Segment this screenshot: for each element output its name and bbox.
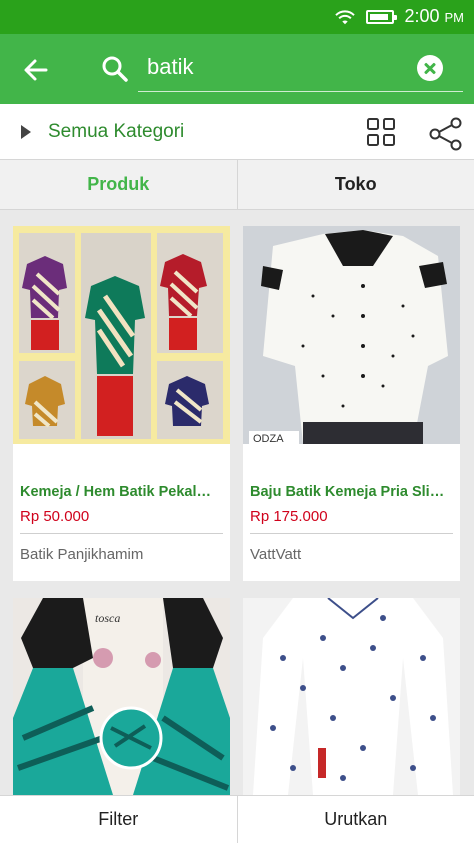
wifi-icon bbox=[335, 10, 356, 24]
product-image[interactable] bbox=[13, 226, 230, 444]
product-price: Rp 50.000 bbox=[20, 508, 90, 525]
tab-bar: Produk Toko bbox=[0, 159, 474, 210]
bottom-action-bar: Filter Urutkan bbox=[0, 795, 474, 843]
divider bbox=[250, 533, 453, 534]
shop-name[interactable]: Batik Panjikhamim bbox=[20, 546, 143, 563]
product-image[interactable]: ODZA bbox=[243, 226, 460, 444]
image-brand-text: ODZA bbox=[253, 433, 284, 444]
status-time: 2:00 PM bbox=[404, 6, 464, 26]
back-arrow-icon[interactable] bbox=[20, 54, 52, 86]
search-icon bbox=[102, 56, 128, 82]
battery-icon bbox=[366, 9, 398, 24]
product-image[interactable] bbox=[243, 598, 460, 795]
sort-button[interactable]: Urutkan bbox=[236, 796, 474, 843]
play-triangle-icon[interactable] bbox=[21, 125, 31, 139]
product-image[interactable]: tosca bbox=[13, 598, 230, 795]
product-price: Rp 175.000 bbox=[250, 508, 328, 525]
product-card[interactable]: Kemeja / Hem Batik Pekal… Rp 50.000 Bati… bbox=[13, 226, 230, 581]
search-input[interactable] bbox=[147, 50, 402, 84]
status-bar: 2:00 PM bbox=[0, 0, 474, 34]
product-name[interactable]: Baju Batik Kemeja Pria Sli… bbox=[250, 484, 455, 500]
filter-button[interactable]: Filter bbox=[0, 796, 237, 843]
status-icons: 2:00 PM bbox=[334, 6, 464, 27]
product-card[interactable]: ODZA Baju Batik Kemeja Pria Sli… Rp 175.… bbox=[243, 226, 460, 581]
shop-name[interactable]: VattVatt bbox=[250, 546, 301, 563]
category-selector[interactable]: Semua Kategori bbox=[48, 121, 184, 143]
image-label-text: tosca bbox=[95, 611, 120, 625]
search-underline bbox=[138, 91, 463, 92]
app-bar bbox=[0, 34, 474, 104]
tab-produk[interactable]: Produk bbox=[0, 160, 237, 209]
divider bbox=[20, 533, 223, 534]
product-card[interactable] bbox=[243, 598, 460, 795]
product-name[interactable]: Kemeja / Hem Batik Pekal… bbox=[20, 484, 225, 500]
category-bar: Semua Kategori bbox=[0, 104, 474, 159]
tab-toko[interactable]: Toko bbox=[236, 160, 474, 209]
share-icon[interactable] bbox=[428, 117, 464, 151]
product-card[interactable]: tosca bbox=[13, 598, 230, 795]
grid-view-icon[interactable] bbox=[366, 117, 396, 147]
clear-search-button[interactable] bbox=[417, 55, 443, 81]
